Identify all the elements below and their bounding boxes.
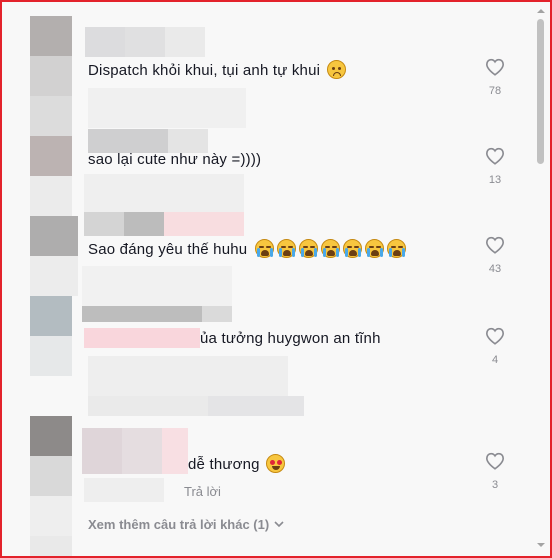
- scroll-down-arrow-icon[interactable]: [536, 540, 546, 550]
- heart-eyes-face-icon: [266, 454, 286, 473]
- censored-username: [124, 212, 164, 236]
- censored-avatar: [30, 176, 72, 216]
- censored-username: [84, 328, 200, 348]
- scrollbar[interactable]: [535, 2, 547, 556]
- view-more-replies-button[interactable]: Xem thêm câu trả lời khác (1): [88, 517, 284, 532]
- reply-button[interactable]: Trả lời: [184, 484, 221, 499]
- censored-username: [85, 27, 125, 57]
- like-button[interactable]: 13: [480, 147, 510, 186]
- crying-emoji-group: [252, 239, 406, 258]
- censored-avatar: [30, 136, 72, 176]
- heart-icon: [485, 327, 505, 345]
- censored-username: [125, 27, 165, 57]
- loudly-crying-face-icon: [254, 239, 274, 258]
- comment-text: ủa tưởng huygwon an tĩnh: [200, 330, 381, 347]
- censored-avatar: [30, 256, 78, 296]
- like-button[interactable]: 3: [480, 452, 510, 491]
- comment-panel: Dispatch khỏi khui, tụi anh tự khui 78 s…: [0, 0, 552, 558]
- view-more-replies-label: Xem thêm câu trả lời khác (1): [88, 517, 270, 532]
- censored-subline: [88, 88, 246, 128]
- like-button[interactable]: 4: [480, 327, 510, 366]
- censored-avatar: [30, 56, 72, 96]
- loudly-crying-face-icon: [364, 239, 384, 258]
- loudly-crying-face-icon: [298, 239, 318, 258]
- scrollbar-thumb[interactable]: [537, 19, 544, 164]
- censored-username: [162, 428, 188, 474]
- censored-avatar: [30, 296, 72, 336]
- censored-username: [164, 212, 244, 236]
- like-count: 43: [488, 263, 502, 275]
- worried-face-icon: [326, 60, 346, 79]
- censored-avatar: [30, 496, 72, 536]
- like-count: 3: [491, 479, 499, 491]
- heart-icon: [485, 58, 505, 76]
- censored-username: [122, 428, 162, 474]
- heart-icon: [485, 147, 505, 165]
- comment-text: Sao đáng yêu thế huhu: [88, 239, 406, 260]
- heart-icon: [485, 452, 505, 470]
- censored-subline: [88, 356, 288, 396]
- scroll-up-arrow-icon[interactable]: [536, 6, 546, 16]
- censored-avatar: [30, 536, 72, 556]
- censored-subline: [88, 396, 208, 416]
- heart-icon: [485, 236, 505, 254]
- like-count: 4: [491, 354, 499, 366]
- censored-subline: [82, 266, 232, 306]
- censored-avatar: [30, 336, 72, 376]
- like-button[interactable]: 43: [480, 236, 510, 275]
- loudly-crying-face-icon: [276, 239, 296, 258]
- comment-text: dễ thương: [188, 454, 286, 475]
- like-count: 78: [488, 85, 502, 97]
- censored-avatar: [30, 416, 72, 456]
- loudly-crying-face-icon: [386, 239, 406, 258]
- censored-username: [82, 428, 122, 474]
- loudly-crying-face-icon: [320, 239, 340, 258]
- censored-avatar: [30, 456, 72, 496]
- censored-avatar: [30, 216, 78, 256]
- chevron-down-icon: [274, 521, 284, 528]
- censored-username: [202, 306, 232, 322]
- like-button[interactable]: 78: [480, 58, 510, 97]
- like-count: 13: [488, 174, 502, 186]
- censored-avatar: [30, 96, 72, 136]
- censored-subline: [84, 174, 244, 214]
- censored-subline: [208, 396, 304, 416]
- comment-text: sao lại cute như này =)))): [88, 151, 262, 168]
- censored-username: [82, 306, 202, 322]
- comment-text: Dispatch khỏi khui, tụi anh tự khui: [88, 60, 346, 81]
- censored-username: [165, 27, 205, 57]
- censored-avatar: [30, 16, 72, 56]
- censored-username: [84, 212, 124, 236]
- censored-subline: [84, 478, 164, 502]
- loudly-crying-face-icon: [342, 239, 362, 258]
